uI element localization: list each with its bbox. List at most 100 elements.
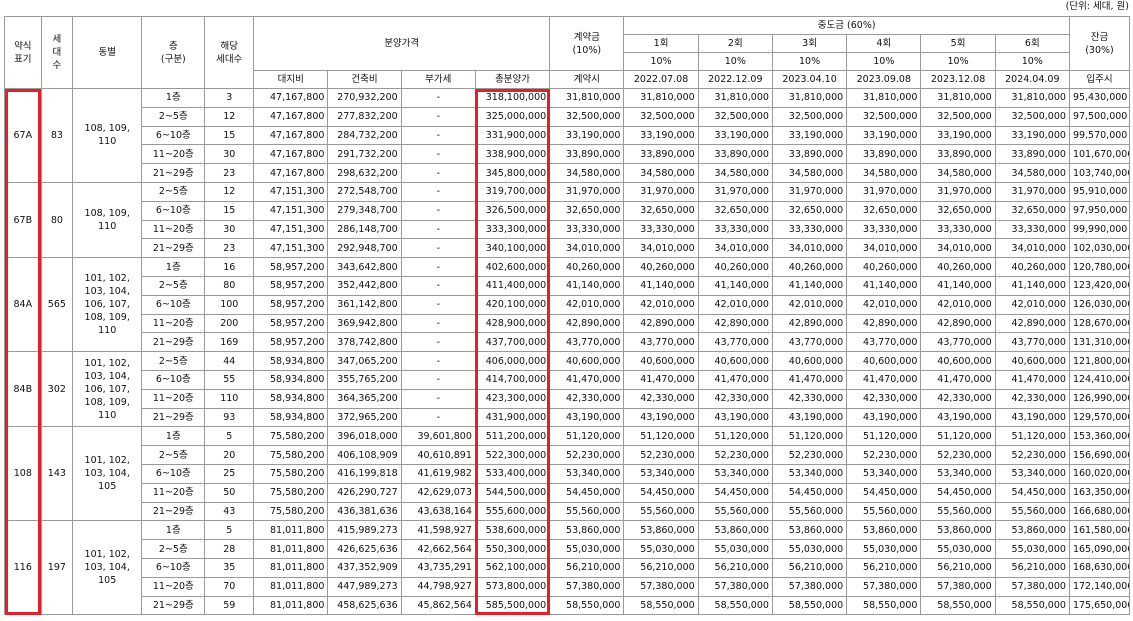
construction-cell: 447,989,273 [327,576,402,597]
middle-5-cell: 55,560,000 [920,501,996,522]
land-cell: 47,151,300 [253,200,329,221]
middle-4-cell: 42,330,000 [846,388,922,409]
households-cell: 565 [40,257,74,353]
deposit-cell: 54,450,000 [549,482,625,503]
middle-6-cell: 41,140,000 [994,275,1070,296]
type-cell: 116 [4,520,42,616]
middle-4-cell: 55,560,000 [846,501,922,522]
middle-3-cell: 40,260,000 [771,257,848,277]
middle-1-cell: 31,810,000 [623,88,699,108]
header-construction: 건축비 [327,70,402,89]
middle-2-cell: 33,190,000 [697,125,773,146]
table-row: 6~10층 35 81,011,800 437,352,909 43,735,291 56… [5,557,1131,578]
table-row: 21~29층 43 75,580,200 436,381,636 43,638,164 5… [5,501,1131,522]
floor-households-cell: 12 [204,106,255,127]
header-date-3: 2023.04.10 [771,70,848,89]
middle-2-cell: 31,810,000 [697,88,773,108]
deposit-cell: 33,330,000 [549,219,625,240]
middle-2-cell: 43,770,000 [697,332,773,353]
middle-1-cell: 40,600,000 [623,351,699,371]
vat-cell: - [400,407,476,428]
total-price-cell: 338,900,000 [474,144,551,165]
header-balance: 잔금 (30%) [1068,16,1131,71]
middle-6-cell: 31,810,000 [994,88,1070,108]
header-date-1: 2022.07.08 [623,70,699,89]
floor-cell: 1층 [141,426,206,447]
vat-cell: - [400,275,476,296]
construction-cell: 286,148,700 [327,219,402,240]
vat-cell: - [400,200,476,221]
middle-1-cell: 51,120,000 [623,426,699,447]
middle-5-cell: 54,450,000 [920,482,996,503]
middle-1-cell: 43,190,000 [623,407,699,428]
middle-4-cell: 41,140,000 [846,275,922,296]
middle-6-cell: 34,580,000 [994,163,1070,183]
middle-6-cell: 53,340,000 [994,463,1070,484]
middle-4-cell: 53,860,000 [846,520,922,541]
construction-cell: 378,742,800 [327,332,402,353]
type-cell: 84A [4,257,42,353]
middle-5-cell: 42,010,000 [920,294,996,315]
land-cell: 81,011,800 [253,576,329,597]
floor-cell: 11~20층 [141,219,206,240]
construction-cell: 406,108,909 [327,445,402,465]
middle-2-cell: 34,580,000 [697,163,773,183]
deposit-cell: 32,500,000 [549,106,625,127]
middle-6-cell: 56,210,000 [994,557,1070,578]
deposit-cell: 55,030,000 [549,539,625,559]
header-round-6: 6회 [994,34,1070,53]
total-price-cell: 550,300,000 [474,539,551,559]
middle-4-cell: 40,600,000 [846,351,922,371]
floor-households-cell: 5 [204,426,255,447]
floor-households-cell: 70 [204,576,255,597]
header-pct-5: 10% [920,52,996,71]
header-pct-6: 10% [994,52,1070,71]
middle-3-cell: 42,330,000 [771,388,848,409]
construction-cell: 352,442,800 [327,275,402,296]
header-pct-4: 10% [846,52,922,71]
table-row: 2~5층 28 81,011,800 426,625,636 42,662,564 550… [5,539,1131,559]
vat-cell: 42,662,564 [400,539,476,559]
land-cell: 58,957,200 [253,294,329,315]
total-price-cell: 562,100,000 [474,557,551,578]
households-cell: 83 [40,88,74,183]
middle-3-cell: 54,450,000 [771,482,848,503]
middle-6-cell: 51,120,000 [994,426,1070,447]
table-row: 67B 80 108, 109, 110 2~5층 12 47,151,300 272,54… [4,181,1131,259]
floor-households-cell: 16 [204,257,255,277]
middle-4-cell: 56,210,000 [846,557,922,578]
land-cell: 58,957,200 [253,313,329,334]
construction-cell: 436,381,636 [327,501,402,522]
total-price-cell: 318,100,000 [474,88,551,108]
header-round-5: 5회 [920,34,996,53]
deposit-cell: 53,860,000 [549,520,625,541]
construction-cell: 272,548,700 [327,181,402,202]
middle-4-cell: 58,550,000 [846,595,922,616]
balance-cell: 172,140,000 [1068,576,1131,597]
floor-households-cell: 12 [204,181,255,202]
middle-3-cell: 41,470,000 [771,369,848,390]
table-row: 116 197 101, 102, 103, 104, 105 1층 5 81,011,8… [4,520,1131,616]
deposit-cell: 42,010,000 [549,294,625,315]
middle-4-cell: 51,120,000 [846,426,922,447]
balance-cell: 95,430,000 [1068,88,1131,108]
buildings-cell: 108, 109, 110 [72,88,143,183]
type-cell: 67B [4,181,42,259]
middle-1-cell: 41,140,000 [623,275,699,296]
total-price-cell: 522,300,000 [474,445,551,465]
total-price-cell: 326,500,000 [474,200,551,221]
vat-cell: 44,798,927 [400,576,476,597]
middle-2-cell: 56,210,000 [697,557,773,578]
vat-cell: - [400,106,476,127]
land-cell: 58,934,800 [253,388,329,409]
land-cell: 47,151,300 [253,238,329,259]
table-row: 21~29층 23 47,167,800 298,632,200-345,800,00… [5,163,1131,183]
middle-4-cell: 43,770,000 [846,332,922,353]
deposit-cell: 56,210,000 [549,557,625,578]
middle-2-cell: 54,450,000 [697,482,773,503]
vat-cell: 39,601,800 [400,426,476,447]
middle-4-cell: 31,970,000 [846,181,922,202]
middle-6-cell: 33,330,000 [994,219,1070,240]
construction-cell: 426,290,727 [327,482,402,503]
land-cell: 81,011,800 [253,539,329,559]
